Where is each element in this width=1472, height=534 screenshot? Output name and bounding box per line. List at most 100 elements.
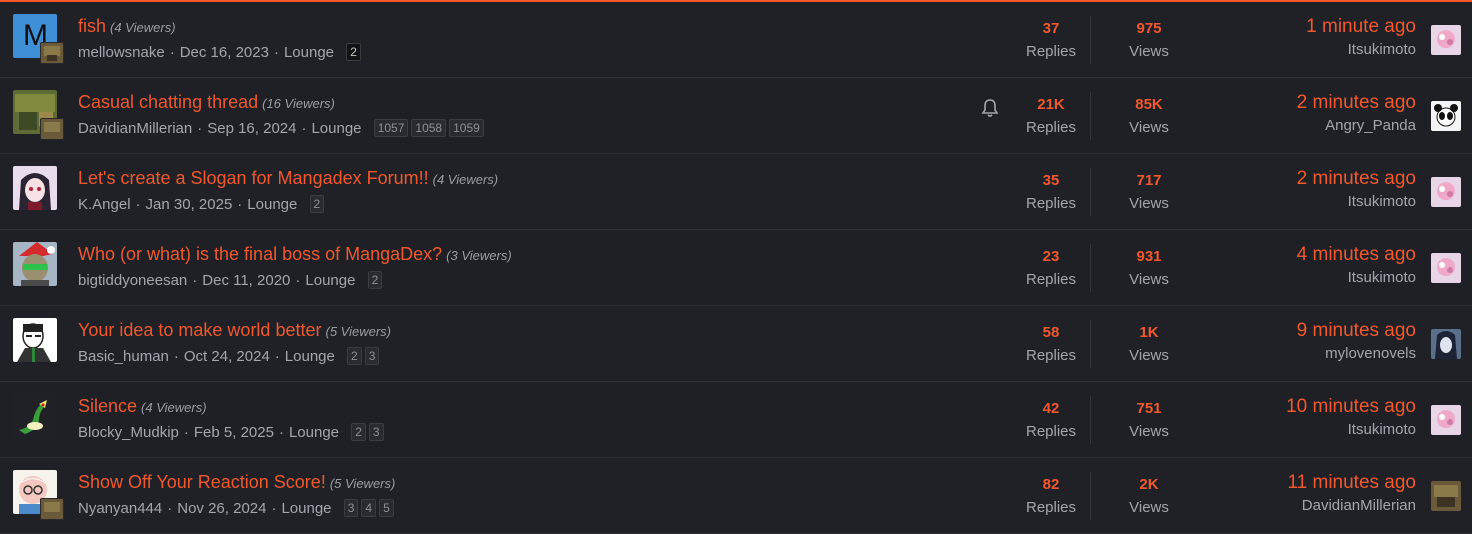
mini-avatar[interactable] [40, 42, 64, 64]
page-link[interactable]: 2 [367, 271, 383, 289]
thread-title[interactable]: Silence [78, 396, 137, 416]
thread-title[interactable]: Casual chatting thread [78, 92, 258, 112]
views-count: 931 [1136, 248, 1162, 265]
last-post-time[interactable]: 4 minutes ago [1297, 244, 1416, 266]
views-stat: 751 Views [1104, 400, 1194, 440]
thread-date[interactable]: Nov 26, 2024 [177, 500, 266, 517]
thread-forum[interactable]: Lounge [284, 44, 334, 61]
thread-title-line: Show Off Your Reaction Score! (5 Viewers) [78, 472, 395, 493]
views-stat: 2K Views [1104, 476, 1194, 516]
thread-author[interactable]: mellowsnake [78, 44, 165, 61]
views-count: 2K [1139, 476, 1159, 493]
viewer-count: (5 Viewers) [325, 324, 391, 339]
thread-title[interactable]: fish [78, 16, 106, 36]
thread-forum[interactable]: Lounge [289, 424, 339, 441]
last-post-user[interactable]: Itsukimoto [1297, 193, 1416, 210]
thread-title[interactable]: Show Off Your Reaction Score! [78, 472, 326, 492]
thread-title[interactable]: Let's create a Slogan for Mangadex Forum… [78, 168, 429, 188]
last-post: 10 minutes ago Itsukimoto [1286, 396, 1416, 438]
views-label: Views [1129, 43, 1169, 60]
meta-separator: · [301, 120, 307, 137]
views-stat: 1K Views [1104, 324, 1194, 364]
meta-separator: · [271, 500, 277, 517]
last-post-time[interactable]: 10 minutes ago [1286, 396, 1416, 418]
thread-title-line: Silence (4 Viewers) [78, 396, 207, 417]
thread-meta: bigtiddyoneesan · Dec 11, 2020 · Lounge 2 [78, 271, 383, 289]
thread-author[interactable]: DavidianMillerian [78, 120, 192, 137]
views-stat: 931 Views [1104, 248, 1194, 288]
thread-date[interactable]: Dec 11, 2020 [202, 272, 290, 289]
page-link[interactable]: 2 [309, 195, 325, 213]
page-link[interactable]: 2 [346, 43, 361, 61]
author-avatar[interactable] [13, 166, 57, 210]
last-poster-avatar[interactable] [1431, 25, 1461, 55]
thread-author[interactable]: Blocky_Mudkip [78, 424, 179, 441]
views-label: Views [1129, 423, 1169, 440]
page-link[interactable]: 3 [343, 499, 359, 517]
viewer-count: (16 Viewers) [262, 96, 335, 111]
last-poster-avatar[interactable] [1431, 481, 1461, 511]
thread-forum[interactable]: Lounge [305, 272, 355, 289]
last-post-time[interactable]: 9 minutes ago [1297, 320, 1416, 342]
stat-divider [1090, 396, 1091, 444]
views-label: Views [1129, 195, 1169, 212]
bell-icon[interactable] [981, 98, 999, 118]
last-post-user[interactable]: Itsukimoto [1286, 421, 1416, 438]
thread-title[interactable]: Who (or what) is the final boss of Manga… [78, 244, 442, 264]
thread-date[interactable]: Feb 5, 2025 [194, 424, 274, 441]
viewer-count: (4 Viewers) [110, 20, 176, 35]
page-link[interactable]: 3 [364, 347, 380, 365]
replies-label: Replies [1025, 195, 1077, 212]
thread-author[interactable]: bigtiddyoneesan [78, 272, 187, 289]
page-link[interactable]: 4 [361, 499, 377, 517]
thread-forum[interactable]: Lounge [311, 120, 361, 137]
last-poster-avatar[interactable] [1431, 329, 1461, 359]
replies-stat: 23 Replies [1006, 248, 1096, 288]
thread-meta: Nyanyan444 · Nov 26, 2024 · Lounge 345 [78, 499, 394, 517]
thread-date[interactable]: Jan 30, 2025 [146, 196, 233, 213]
page-link[interactable]: 1058 [411, 119, 447, 137]
page-link[interactable]: 2 [347, 347, 362, 365]
meta-separator: · [135, 196, 141, 213]
last-post-time[interactable]: 1 minute ago [1306, 16, 1416, 38]
author-avatar[interactable] [13, 242, 57, 286]
last-post-time[interactable]: 11 minutes ago [1287, 472, 1416, 494]
thread-author[interactable]: Nyanyan444 [78, 500, 162, 517]
page-link[interactable]: 2 [351, 423, 366, 441]
last-post-user[interactable]: Angry_Panda [1297, 117, 1416, 134]
replies-stat: 21K Replies [1006, 96, 1096, 136]
views-count: 1K [1139, 324, 1159, 341]
page-link[interactable]: 1057 [373, 119, 409, 137]
last-poster-avatar[interactable] [1431, 405, 1461, 435]
thread-title[interactable]: Your idea to make world better [78, 320, 321, 340]
thread-date[interactable]: Sep 16, 2024 [207, 120, 296, 137]
last-poster-avatar[interactable] [1431, 101, 1461, 131]
page-link[interactable]: 1059 [449, 119, 484, 137]
last-poster-avatar[interactable] [1431, 253, 1461, 283]
last-post-user[interactable]: DavidianMillerian [1287, 497, 1416, 514]
thread-author[interactable]: Basic_human [78, 348, 169, 365]
page-link[interactable]: 3 [368, 423, 384, 441]
thread-forum[interactable]: Lounge [247, 196, 297, 213]
mini-avatar[interactable] [40, 118, 64, 140]
meta-separator: · [273, 44, 279, 61]
mini-avatar[interactable] [40, 498, 64, 520]
last-poster-avatar[interactable] [1431, 177, 1461, 207]
meta-separator: · [183, 424, 189, 441]
thread-date[interactable]: Dec 16, 2023 [180, 44, 269, 61]
last-post-user[interactable]: mylovenovels [1297, 345, 1416, 362]
author-avatar[interactable] [13, 318, 57, 362]
thread-forum[interactable]: Lounge [281, 500, 331, 517]
last-post-user[interactable]: Itsukimoto [1297, 269, 1416, 286]
last-post-time[interactable]: 2 minutes ago [1297, 168, 1416, 190]
replies-count: 82 [1042, 476, 1060, 493]
last-post-user[interactable]: Itsukimoto [1306, 41, 1416, 58]
author-avatar[interactable] [13, 394, 57, 438]
thread-date[interactable]: Oct 24, 2024 [184, 348, 270, 365]
thread-row: Let's create a Slogan for Mangadex Forum… [0, 154, 1472, 230]
thread-forum[interactable]: Lounge [285, 348, 335, 365]
last-post-time[interactable]: 2 minutes ago [1297, 92, 1416, 114]
page-link[interactable]: 5 [379, 499, 394, 517]
viewer-count: (4 Viewers) [141, 400, 207, 415]
thread-author[interactable]: K.Angel [78, 196, 131, 213]
